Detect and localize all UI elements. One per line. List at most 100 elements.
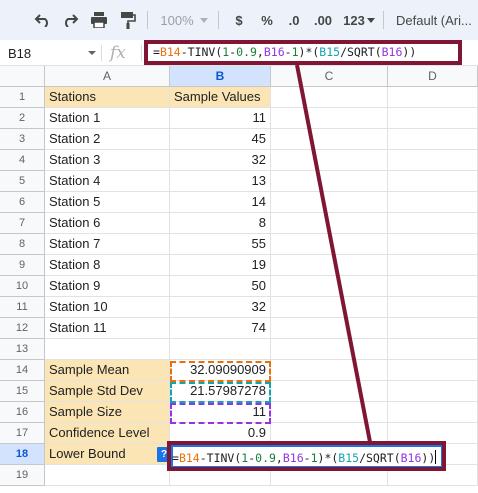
cell-c12[interactable] (271, 318, 388, 339)
cell-a2[interactable]: Station 1 (45, 108, 170, 129)
row-header-8[interactable]: 8 (0, 234, 45, 255)
cell-b4[interactable]: 32 (170, 150, 271, 171)
cell-d14[interactable] (388, 360, 478, 381)
cell-c5[interactable] (271, 171, 388, 192)
cell-c16[interactable] (271, 402, 388, 423)
cell-a12[interactable]: Station 11 (45, 318, 170, 339)
row-header-2[interactable]: 2 (0, 108, 45, 129)
percent-format-button[interactable]: % (259, 9, 275, 31)
undo-icon[interactable] (33, 9, 53, 31)
row-header-6[interactable]: 6 (0, 192, 45, 213)
cell-c14[interactable] (271, 360, 388, 381)
cell-b12[interactable]: 74 (170, 318, 271, 339)
cell-c6[interactable] (271, 192, 388, 213)
cell-a7[interactable]: Station 6 (45, 213, 170, 234)
cell-c4[interactable] (271, 150, 388, 171)
increase-decimals-button[interactable]: .00 (311, 9, 335, 31)
name-box[interactable]: B18 (0, 40, 100, 66)
cell-a16[interactable]: Sample Size (45, 402, 170, 423)
row-header-5[interactable]: 5 (0, 171, 45, 192)
cell-b15[interactable]: 21.57987278 (170, 381, 271, 402)
cell-a10[interactable]: Station 9 (45, 276, 170, 297)
more-formats-button[interactable]: 123 (341, 9, 367, 31)
cell-d13[interactable] (388, 339, 478, 360)
row-header-11[interactable]: 11 (0, 297, 45, 318)
cell-d12[interactable] (388, 318, 478, 339)
cell-d6[interactable] (388, 192, 478, 213)
row-header-17[interactable]: 17 (0, 423, 45, 444)
cell-b2[interactable]: 11 (170, 108, 271, 129)
cell-d10[interactable] (388, 276, 478, 297)
cell-d8[interactable] (388, 234, 478, 255)
row-header-3[interactable]: 3 (0, 129, 45, 150)
cell-a11[interactable]: Station 10 (45, 297, 170, 318)
cell-c9[interactable] (271, 255, 388, 276)
chevron-down-icon[interactable] (366, 9, 376, 31)
chevron-down-icon[interactable] (199, 9, 209, 31)
cell-d3[interactable] (388, 129, 478, 150)
cell-a18[interactable]: Lower Bound (45, 444, 170, 465)
cell-d1[interactable] (388, 87, 478, 108)
row-header-19[interactable]: 19 (0, 465, 45, 486)
cell-c10[interactable] (271, 276, 388, 297)
cell-a15[interactable]: Sample Std Dev (45, 381, 170, 402)
currency-format-button[interactable]: $ (232, 9, 246, 31)
cell-a1[interactable]: Stations (45, 87, 170, 108)
paint-format-icon[interactable] (118, 9, 138, 31)
row-header-4[interactable]: 4 (0, 150, 45, 171)
cell-c11[interactable] (271, 297, 388, 318)
redo-icon[interactable] (60, 9, 80, 31)
cell-d9[interactable] (388, 255, 478, 276)
cell-a6[interactable]: Station 5 (45, 192, 170, 213)
cell-a8[interactable]: Station 7 (45, 234, 170, 255)
cell-d7[interactable] (388, 213, 478, 234)
cell-a4[interactable]: Station 3 (45, 150, 170, 171)
cell-c2[interactable] (271, 108, 388, 129)
zoom-select[interactable]: 100% (160, 9, 194, 31)
cell-b10[interactable]: 50 (170, 276, 271, 297)
cell-a19[interactable] (45, 465, 170, 486)
cell-b11[interactable]: 32 (170, 297, 271, 318)
cell-a17[interactable]: Confidence Level (45, 423, 170, 444)
select-all-corner[interactable] (0, 66, 45, 87)
cell-c1[interactable] (271, 87, 388, 108)
cell-d16[interactable] (388, 402, 478, 423)
row-header-14[interactable]: 14 (0, 360, 45, 381)
row-header-18[interactable]: 18 (0, 444, 45, 465)
cell-d2[interactable] (388, 108, 478, 129)
cell-d15[interactable] (388, 381, 478, 402)
cell-c15[interactable] (271, 381, 388, 402)
cell-a5[interactable]: Station 4 (45, 171, 170, 192)
cell-c3[interactable] (271, 129, 388, 150)
decrease-decimals-button[interactable]: .0 (284, 9, 304, 31)
cell-c7[interactable] (271, 213, 388, 234)
print-icon[interactable] (89, 9, 109, 31)
cell-c13[interactable] (271, 339, 388, 360)
cell-a3[interactable]: Station 2 (45, 129, 170, 150)
cell-b6[interactable]: 14 (170, 192, 271, 213)
cell-b7[interactable]: 8 (170, 213, 271, 234)
cell-b1[interactable]: Sample Values (170, 87, 271, 108)
cell-b13[interactable] (170, 339, 271, 360)
chevron-down-icon[interactable] (88, 51, 96, 55)
cell-b14[interactable]: 32.09090909 (170, 360, 271, 381)
cell-d4[interactable] (388, 150, 478, 171)
row-header-12[interactable]: 12 (0, 318, 45, 339)
cell-d5[interactable] (388, 171, 478, 192)
column-header-c[interactable]: C (271, 66, 388, 87)
cell-c8[interactable] (271, 234, 388, 255)
cell-b5[interactable]: 13 (170, 171, 271, 192)
row-header-13[interactable]: 13 (0, 339, 45, 360)
column-header-d[interactable]: D (388, 66, 478, 87)
row-header-10[interactable]: 10 (0, 276, 45, 297)
font-select[interactable]: Default (Ari... (396, 9, 476, 31)
cell-d11[interactable] (388, 297, 478, 318)
cell-b16[interactable]: 11 (170, 402, 271, 423)
row-header-7[interactable]: 7 (0, 213, 45, 234)
row-header-9[interactable]: 9 (0, 255, 45, 276)
row-header-15[interactable]: 15 (0, 381, 45, 402)
column-header-a[interactable]: A (45, 66, 170, 87)
cell-a9[interactable]: Station 8 (45, 255, 170, 276)
cell-b8[interactable]: 55 (170, 234, 271, 255)
cell-a14[interactable]: Sample Mean (45, 360, 170, 381)
